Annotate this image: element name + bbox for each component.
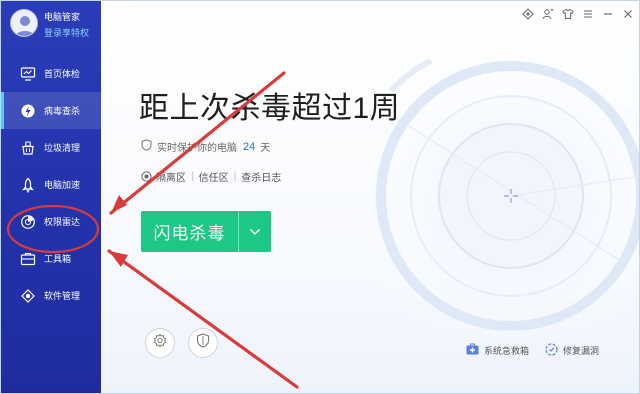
radar-icon xyxy=(20,214,36,230)
monitor-icon xyxy=(20,66,36,82)
sidebar-item-permission-radar[interactable]: 权限雷达 xyxy=(1,203,101,240)
repair-icon xyxy=(545,343,558,358)
cleanup-icon xyxy=(20,140,36,156)
page-title: 距上次杀毒超过1周 xyxy=(139,92,401,125)
sidebar-item-label: 工具箱 xyxy=(44,254,72,264)
minimize-icon[interactable] xyxy=(601,7,615,21)
close-icon[interactable] xyxy=(621,7,635,21)
repair-vulnerability-label: 修复漏洞 xyxy=(563,346,600,356)
system-rescue-label: 系统急救箱 xyxy=(484,345,530,356)
avatar[interactable] xyxy=(10,9,38,37)
link-separator: | xyxy=(233,171,237,182)
sidebar-item-label: 权限雷达 xyxy=(44,217,81,227)
shield-icon xyxy=(141,139,152,154)
protection-unit: 天 xyxy=(260,143,271,154)
vip-login-link[interactable]: 登录享特权 xyxy=(44,26,89,39)
sidebar: 电脑管家 登录享特权 首页体检 病毒查杀 垃圾清理 电脑加速 权限雷达 工具箱 … xyxy=(1,1,101,393)
sidebar-nav: 首页体检 病毒查杀 垃圾清理 电脑加速 权限雷达 工具箱 软件管理 xyxy=(1,55,101,314)
toolbox-icon xyxy=(20,251,36,267)
chevron-down-icon xyxy=(249,223,261,241)
sidebar-item-cleanup[interactable]: 垃圾清理 xyxy=(1,129,101,166)
gear-icon xyxy=(152,333,168,354)
rocket-icon xyxy=(20,177,36,193)
virus-scan-icon xyxy=(20,103,36,119)
sidebar-item-label: 首页体检 xyxy=(44,69,81,79)
scan-log-link[interactable]: 查杀日志 xyxy=(241,169,281,184)
protection-days: 24 xyxy=(243,140,256,153)
quick-scan-label[interactable]: 闪电杀毒 xyxy=(141,211,238,252)
sidebar-item-label: 电脑加速 xyxy=(44,180,81,190)
skin-icon[interactable] xyxy=(521,7,535,21)
main-panel: 距上次杀毒超过1周 实时保护你的电脑 24 天 隔离区 | 信任区 | 查杀日志… xyxy=(101,1,639,393)
link-separator: | xyxy=(191,171,194,182)
protection-status: 实时保护你的电脑 24 天 xyxy=(141,139,270,154)
scan-links: 隔离区 | 信任区 | 查杀日志 xyxy=(141,169,281,184)
protection-text: 实时保护你的电脑 xyxy=(157,143,237,154)
quarantine-icon xyxy=(141,171,152,182)
settings-button[interactable] xyxy=(145,328,175,358)
sidebar-item-label: 软件管理 xyxy=(44,291,81,301)
trust-zone-link[interactable]: 信任区 xyxy=(199,169,229,184)
system-rescue-link[interactable]: 系统急救箱 xyxy=(466,343,529,357)
app-manager-icon xyxy=(20,288,36,304)
shirt-icon[interactable] xyxy=(561,7,575,21)
window-controls xyxy=(521,6,635,22)
sidebar-item-label: 垃圾清理 xyxy=(44,143,81,153)
sidebar-item-virus-scan[interactable]: 病毒查杀 xyxy=(1,92,101,129)
background-decoration xyxy=(341,26,639,366)
profile[interactable]: 电脑管家 登录享特权 xyxy=(1,1,101,47)
menu-icon[interactable] xyxy=(581,7,595,21)
shield-icon xyxy=(196,333,210,353)
scan-options-dropdown[interactable] xyxy=(239,211,271,252)
sidebar-item-software-manager[interactable]: 软件管理 xyxy=(1,277,101,314)
profile-name: 电脑管家 xyxy=(44,12,81,22)
first-aid-icon xyxy=(466,343,479,357)
sidebar-item-label: 病毒查杀 xyxy=(44,106,81,116)
quick-scan-button[interactable]: 闪电杀毒 xyxy=(141,211,271,252)
sidebar-item-toolbox[interactable]: 工具箱 xyxy=(1,240,101,277)
repair-vulnerability-link[interactable]: 修复漏洞 xyxy=(545,343,599,358)
app-window: 电脑管家 登录享特权 首页体检 病毒查杀 垃圾清理 电脑加速 权限雷达 工具箱 … xyxy=(0,0,640,394)
protection-shield-button[interactable] xyxy=(188,328,218,358)
sidebar-item-speedup[interactable]: 电脑加速 xyxy=(1,166,101,203)
user-switch-icon[interactable] xyxy=(541,7,555,21)
quarantine-link[interactable]: 隔离区 xyxy=(156,169,186,184)
sidebar-item-home-check[interactable]: 首页体检 xyxy=(1,55,101,92)
